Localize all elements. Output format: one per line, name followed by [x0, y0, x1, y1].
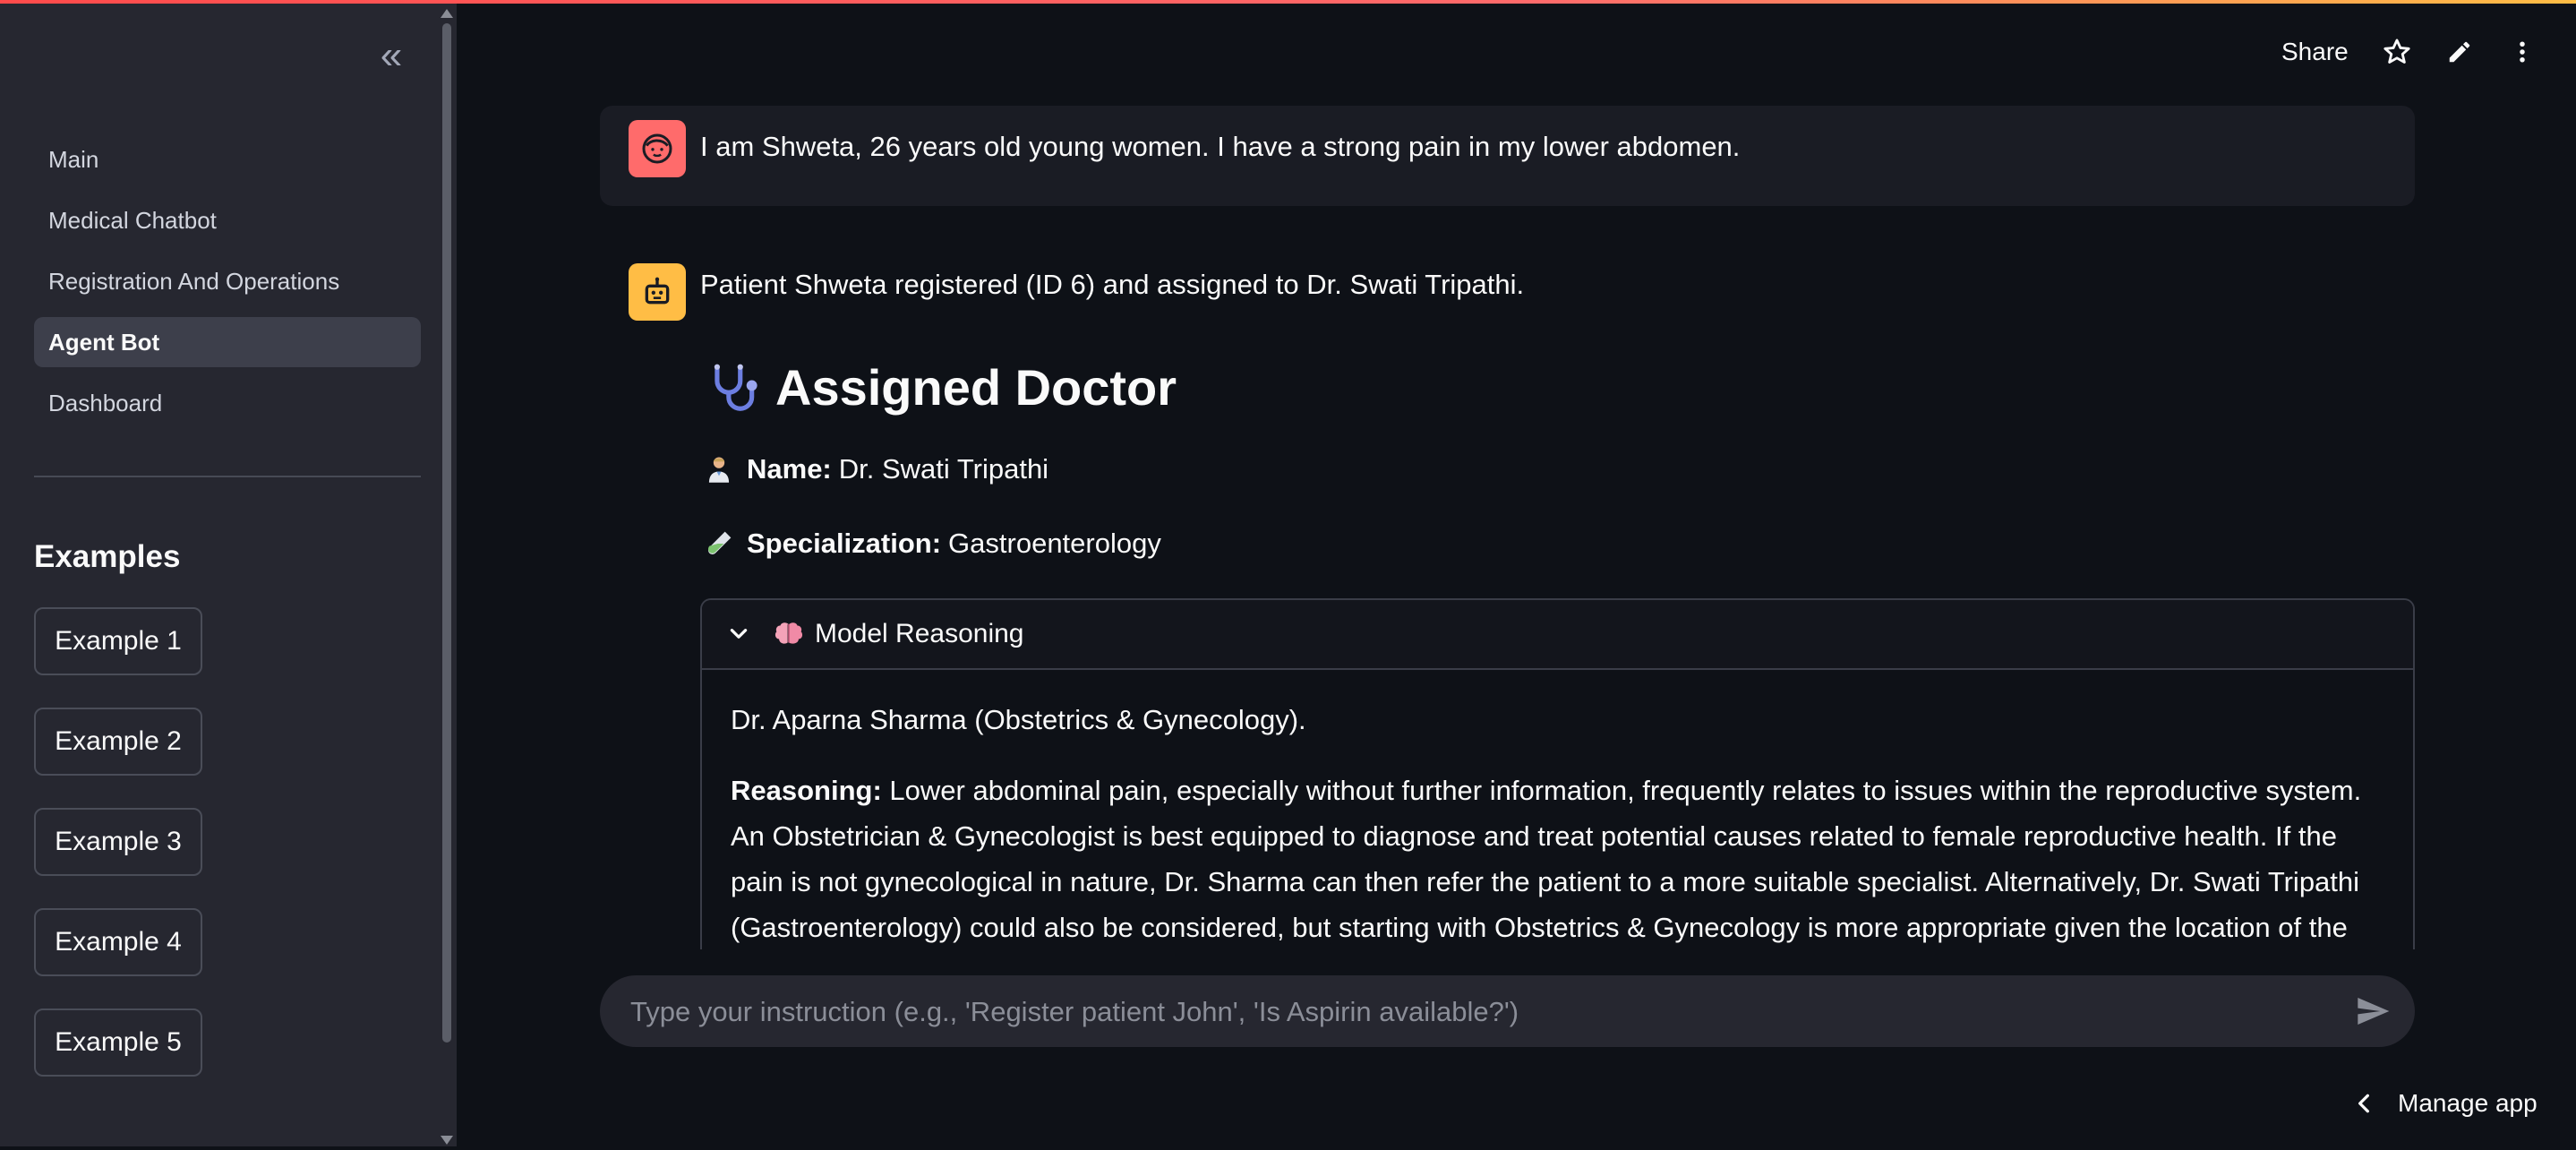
test-tube-icon	[704, 528, 734, 559]
bot-avatar-icon	[629, 263, 686, 321]
sidebar-item-label: Main	[48, 145, 99, 173]
stethoscope-icon	[706, 360, 761, 416]
expander-title: Model Reasoning	[815, 619, 1024, 648]
example-3-button[interactable]: Example 3	[34, 808, 202, 876]
sidebar-item-registration-and-operations[interactable]: Registration And Operations	[34, 256, 421, 306]
star-icon[interactable]	[2379, 34, 2415, 70]
doctor-icon	[704, 454, 734, 485]
name-value: Dr. Swati Tripathi	[838, 453, 1049, 485]
model-reasoning-content: Dr. Aparna Sharma (Obstetrics & Gynecolo…	[702, 670, 2413, 949]
reasoning-label: Reasoning:	[731, 775, 882, 806]
scrollbar-thumb[interactable]	[442, 23, 451, 1043]
specialization-value: Gastroenterology	[948, 528, 1161, 559]
doctor-name-line: Name: Dr. Swati Tripathi	[704, 453, 1048, 485]
recommended-doctor-text: Dr. Aparna Sharma (Obstetrics & Gynecolo…	[731, 704, 1306, 735]
sidebar-item-medical-chatbot[interactable]: Medical Chatbot	[34, 195, 421, 245]
example-5-button[interactable]: Example 5	[34, 1008, 202, 1077]
pencil-icon[interactable]	[2442, 34, 2478, 70]
sidebar-item-label: Registration And Operations	[48, 267, 340, 295]
sidebar: « Main Medical Chatbot Registration And …	[0, 4, 457, 1146]
model-reasoning-toggle[interactable]: Model Reasoning	[702, 600, 2413, 670]
reasoning-paragraph: Reasoning: Lower abdominal pain, especia…	[731, 768, 2384, 949]
header-actions: Share	[2281, 27, 2567, 77]
example-1-button[interactable]: Example 1	[34, 607, 202, 675]
more-vertical-icon[interactable]	[2504, 34, 2540, 70]
assigned-doctor-heading: Assigned Doctor	[706, 358, 1177, 416]
scroll-down-icon[interactable]	[441, 1136, 453, 1145]
chat-input[interactable]	[629, 975, 2315, 1049]
sidebar-divider	[34, 476, 421, 477]
collapse-sidebar-icon[interactable]: «	[369, 36, 414, 75]
share-button[interactable]: Share	[2281, 38, 2349, 66]
assigned-doctor-title: Assigned Doctor	[775, 359, 1177, 416]
model-reasoning-expander: Model Reasoning Dr. Aparna Sharma (Obste…	[700, 598, 2415, 949]
user-message-text: I am Shweta, 26 years old young women. I…	[700, 131, 1741, 162]
reasoning-text: Lower abdominal pain, especially without…	[731, 775, 2362, 943]
user-avatar-icon	[629, 120, 686, 177]
sidebar-item-agent-bot[interactable]: Agent Bot	[34, 317, 421, 367]
example-4-button[interactable]: Example 4	[34, 908, 202, 976]
chevron-left-icon	[2355, 1092, 2373, 1115]
specialization-label: Specialization:	[747, 528, 942, 559]
name-label: Name:	[747, 453, 832, 485]
manage-app-button[interactable]: Manage app	[2355, 1089, 2537, 1118]
sidebar-item-dashboard[interactable]: Dashboard	[34, 378, 421, 428]
brain-icon	[774, 621, 804, 648]
sidebar-item-main[interactable]: Main	[34, 134, 421, 185]
specialization-line: Specialization: Gastroenterology	[704, 528, 1161, 560]
sidebar-item-label: Medical Chatbot	[48, 206, 217, 234]
scroll-up-icon[interactable]	[441, 9, 453, 18]
manage-app-label: Manage app	[2398, 1089, 2537, 1117]
chevron-down-icon	[727, 622, 750, 646]
sidebar-item-label: Dashboard	[48, 389, 163, 416]
sidebar-nav: Main Medical Chatbot Registration And Op…	[34, 134, 421, 439]
example-2-button[interactable]: Example 2	[34, 708, 202, 776]
bot-message-text: Patient Shweta registered (ID 6) and ass…	[700, 269, 1525, 300]
examples-heading: Examples	[34, 539, 181, 574]
send-icon[interactable]	[2354, 993, 2392, 1029]
sidebar-scrollbar[interactable]	[440, 7, 453, 1150]
chat-input-container	[600, 975, 2415, 1049]
sidebar-item-label: Agent Bot	[48, 328, 160, 356]
